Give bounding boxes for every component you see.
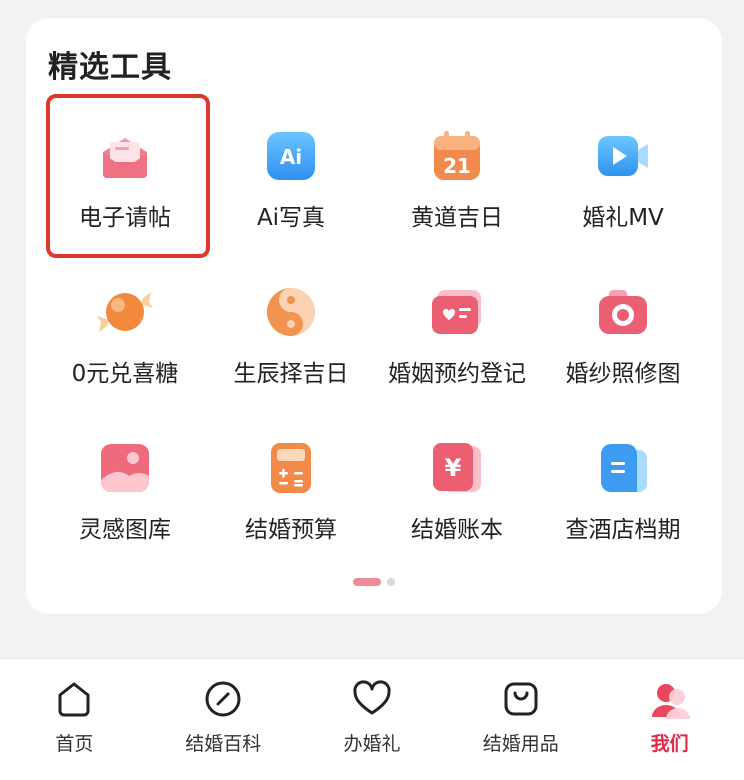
yin-yang-icon (267, 288, 315, 336)
candy-icon (97, 292, 153, 332)
tool-auspicious-day[interactable]: 21 黄道吉日 (374, 96, 540, 252)
tab-plan-wedding[interactable]: 办婚礼 (298, 659, 447, 780)
tab-label: 办婚礼 (343, 733, 401, 755)
compass-icon (205, 681, 241, 717)
tab-home[interactable]: 首页 (0, 659, 149, 780)
tool-ai-portrait[interactable]: Ai Ai写真 (208, 96, 374, 252)
tool-e-invitation[interactable]: 电子请帖 (42, 94, 210, 258)
tool-wedding-budget[interactable]: 结婚预算 (208, 408, 374, 564)
tab-us[interactable]: 我们 (595, 659, 744, 780)
tool-label: 婚礼MV (582, 205, 664, 231)
id-card-icon (432, 290, 481, 334)
svg-text:Ai: Ai (280, 145, 302, 169)
pagination-dots (26, 578, 722, 586)
shopping-bag-icon (504, 682, 538, 716)
tool-label: 灵感图库 (79, 517, 171, 543)
heart-icon (353, 680, 391, 715)
tool-label: 结婚预算 (245, 517, 337, 543)
tab-label: 我们 (650, 733, 689, 755)
tab-wedding-supplies[interactable]: 结婚用品 (446, 659, 595, 780)
calculator-icon (271, 443, 311, 493)
ledger-icon: ¥ (433, 443, 481, 492)
ai-icon: Ai (267, 132, 315, 180)
tool-label: 查酒店档期 (565, 517, 681, 543)
gallery-icon (101, 444, 149, 492)
tab-wedding-encyclopedia[interactable]: 结婚百科 (149, 659, 298, 780)
tools-grid: 电子请帖 Ai Ai写真 21 黄道吉日 婚礼MV 0元兑喜糖 生辰择吉日 婚姻… (42, 94, 706, 566)
featured-tools-card: 精选工具 电子请帖 Ai Ai写真 21 黄道吉日 婚礼MV 0元兑喜糖 生辰择… (26, 18, 722, 614)
page-dot-active[interactable] (353, 578, 381, 586)
tool-label: 0元兑喜糖 (71, 361, 179, 387)
tool-label: 婚纱照修图 (565, 361, 681, 387)
calendar-date: 21 (443, 154, 471, 178)
tool-hotel-schedule[interactable]: 查酒店档期 (540, 408, 706, 564)
tool-wedding-mv[interactable]: 婚礼MV (540, 96, 706, 252)
tool-label: 婚姻预约登记 (388, 361, 526, 387)
tool-label: 黄道吉日 (411, 205, 503, 231)
tool-wedding-ledger[interactable]: ¥ 结婚账本 (374, 408, 540, 564)
tab-label: 结婚百科 (185, 733, 262, 755)
page-dot[interactable] (387, 578, 395, 586)
tab-label: 结婚用品 (482, 733, 559, 755)
tool-label: Ai写真 (256, 205, 326, 231)
tool-birth-date[interactable]: 生辰择吉日 (208, 252, 374, 408)
tool-inspiration-gallery[interactable]: 灵感图库 (42, 408, 208, 564)
envelope-icon (103, 138, 147, 178)
tool-label: 生辰择吉日 (233, 361, 349, 387)
tool-label: 结婚账本 (411, 517, 503, 543)
tool-photo-retouch[interactable]: 婚纱照修图 (540, 252, 706, 408)
tool-label: 电子请帖 (79, 205, 171, 231)
tool-free-candy[interactable]: 0元兑喜糖 (42, 252, 208, 408)
tool-marriage-registration[interactable]: 婚姻预约登记 (374, 252, 540, 408)
couple-icon (651, 684, 690, 719)
tab-label: 首页 (55, 733, 94, 755)
currency-symbol: ¥ (445, 454, 462, 482)
calendar-icon: 21 (434, 131, 480, 180)
camera-icon (599, 290, 647, 334)
document-icon (601, 444, 647, 492)
video-icon (598, 136, 648, 176)
bottom-tab-bar: 首页 结婚百科 办婚礼 结婚用品 我们 (0, 658, 744, 780)
home-icon (58, 682, 90, 717)
section-title: 精选工具 (48, 50, 172, 85)
